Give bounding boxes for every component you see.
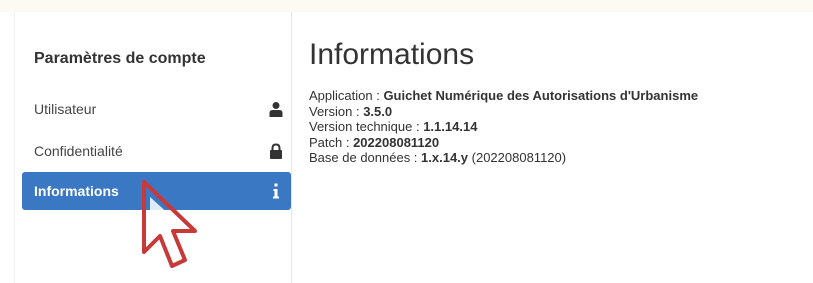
patch-value: 202208081120 [353, 134, 440, 150]
database-line: Base de données : 1.x.14.y (202208081120… [309, 150, 567, 166]
app-info: Application : Guichet Numérique des Auto… [309, 88, 698, 166]
account-settings-panel: Paramètres de compte Utilisateur Confide… [14, 12, 813, 283]
info-icon [268, 183, 284, 199]
user-icon [268, 101, 284, 117]
page-title: Informations [309, 38, 475, 71]
application-name: Guichet Numérique des Autorisations d'Ur… [383, 88, 699, 103]
tech-version-value: 1.1.14.14 [423, 119, 478, 135]
version-line: Version : 3.5.0 [309, 103, 393, 119]
sidebar-item-label: Confidentialité [34, 143, 123, 159]
database-build: (202208081120) [468, 150, 567, 166]
sidebar-item-confidentialite[interactable]: Confidentialité [22, 132, 291, 170]
cursor-arrow-icon [142, 180, 197, 268]
lock-icon [268, 143, 284, 159]
patch-line: Patch : 202208081120 [309, 134, 440, 150]
version-value: 3.5.0 [363, 103, 393, 119]
sidebar-title: Paramètres de compte [34, 50, 206, 67]
application-line: Application : Guichet Numérique des Auto… [309, 88, 699, 103]
sidebar-item-label: Informations [34, 183, 119, 199]
top-strip [0, 0, 813, 12]
sidebar-item-utilisateur[interactable]: Utilisateur [22, 90, 291, 128]
sidebar-item-label: Utilisateur [34, 101, 97, 117]
database-version: 1.x.14.y [421, 150, 469, 166]
tech-version-line: Version technique : 1.1.14.14 [309, 119, 478, 135]
